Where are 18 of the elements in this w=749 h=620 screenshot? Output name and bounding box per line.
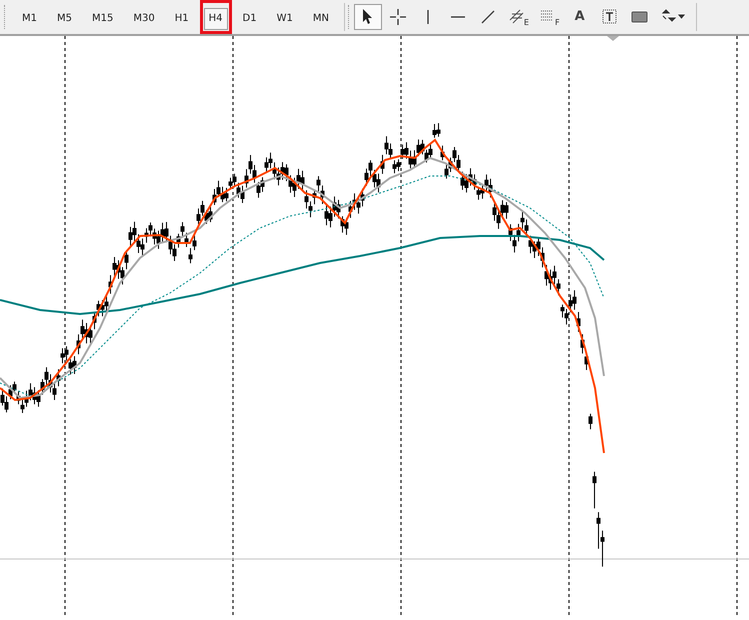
timeframe-button[interactable]: D1 bbox=[238, 8, 262, 30]
timeframe-button[interactable]: M30 bbox=[128, 8, 160, 30]
timeframe-button[interactable]: MN bbox=[308, 8, 334, 30]
timeframe-button[interactable]: W1 bbox=[272, 8, 298, 30]
timeframe-button[interactable]: M5 bbox=[52, 8, 77, 30]
vertical-line-icon bbox=[426, 10, 430, 24]
timeframe-button[interactable]: H4 bbox=[204, 8, 228, 30]
text-tool-button[interactable]: A bbox=[566, 4, 594, 30]
toolbar-grip-icon bbox=[348, 5, 351, 29]
fibonacci-tool-button[interactable]: F bbox=[534, 4, 564, 30]
timeframe-button[interactable]: M1 bbox=[17, 8, 42, 30]
toolbar-grip-icon bbox=[4, 5, 7, 29]
timeframe-button[interactable]: H1 bbox=[170, 8, 194, 30]
timeframe-button[interactable]: M15 bbox=[87, 8, 118, 30]
channel-tool-button[interactable]: E bbox=[504, 4, 533, 30]
crosshair-icon bbox=[388, 7, 408, 27]
cursor-arrow-tool-button[interactable] bbox=[354, 4, 382, 30]
horizontal-line-icon bbox=[450, 15, 465, 19]
